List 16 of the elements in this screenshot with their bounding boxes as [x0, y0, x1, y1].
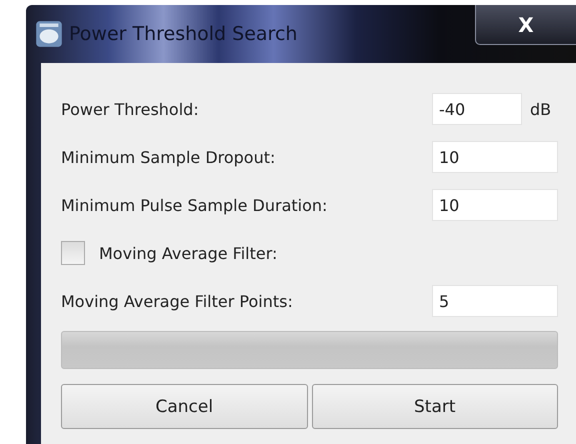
dialog-button[interactable]: Start [312, 384, 558, 429]
checkbox[interactable] [61, 241, 85, 265]
field-label: Minimum Sample Dropout: [61, 148, 276, 166]
field-label: Moving Average Filter Points: [61, 292, 294, 310]
app-icon [35, 20, 63, 48]
window-title: Power Threshold Search [69, 23, 298, 45]
input-field[interactable]: 10 [432, 189, 558, 221]
unit-label: dB [530, 100, 552, 118]
checkbox-label: Moving Average Filter: [99, 244, 278, 262]
input-field[interactable]: 5 [432, 285, 558, 317]
input-field[interactable]: 10 [432, 141, 558, 173]
dialog-button[interactable]: Cancel [61, 384, 308, 429]
field-label: Minimum Pulse Sample Duration: [61, 196, 328, 214]
input-field[interactable]: -40 [432, 93, 522, 125]
field-label: Power Threshold: [61, 100, 200, 118]
close-button[interactable]: X [475, 5, 576, 45]
